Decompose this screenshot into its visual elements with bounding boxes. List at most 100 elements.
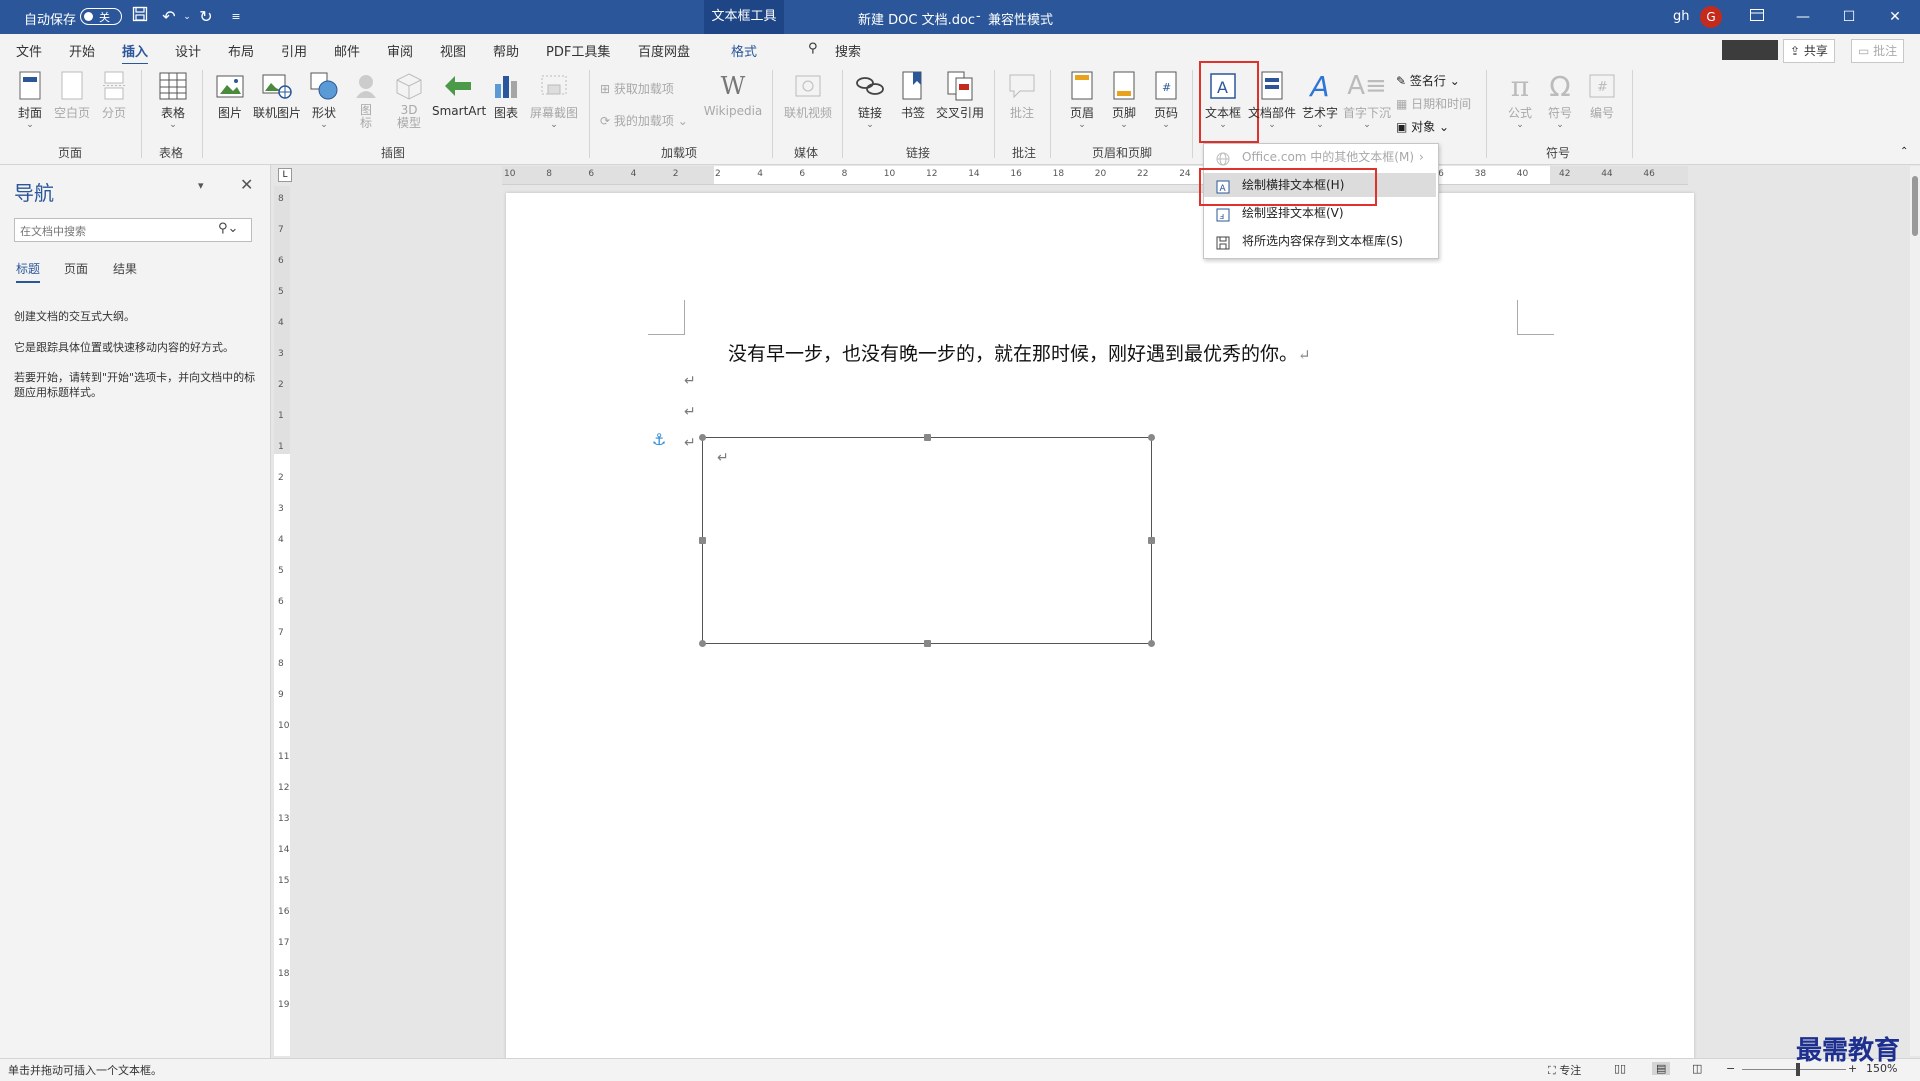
read-mode-icon[interactable]: ▯▯ <box>1614 1062 1626 1075</box>
focus-mode-button[interactable]: ⛶ 专注 <box>1548 1062 1581 1078</box>
resize-handle[interactable] <box>699 640 706 647</box>
menu-item-save-to-gallery[interactable]: 将所选内容保存到文本框库(S) <box>1204 229 1436 253</box>
tell-me-search[interactable]: 搜索 <box>835 41 861 60</box>
ruler-tick-label: 8 <box>841 169 848 179</box>
picture-button[interactable]: 图片 <box>214 70 246 121</box>
horizontal-ruler[interactable]: 1086422468101214161820222426283032343638… <box>502 166 1688 185</box>
tab-home[interactable]: 开始 <box>69 41 95 60</box>
customize-qat-icon[interactable]: ≡ <box>225 6 247 28</box>
nav-search-input[interactable] <box>18 220 212 242</box>
nav-tab-headings[interactable]: 标题 <box>16 260 41 283</box>
tab-baidu-netdisk[interactable]: 百度网盘 <box>638 41 690 60</box>
ruler-tick-label: 8 <box>546 169 552 179</box>
shapes-button[interactable]: 形状 ⌄ <box>308 70 340 130</box>
tab-file[interactable]: 文件 <box>16 41 42 60</box>
chart-button[interactable]: 图表 <box>490 70 522 121</box>
search-icon[interactable]: ⚲⌄ <box>218 221 238 236</box>
vertical-ruler[interactable]: 8 7 6 5 4 3 2 1 1 2 3 4 5 6 7 8 9 10 11 12 13 14 15 16 17 18 19 <box>274 186 290 1056</box>
tab-pdf-tools[interactable]: PDF工具集 <box>546 41 610 60</box>
nav-tab-results[interactable]: 结果 <box>113 260 137 277</box>
vertical-scrollbar[interactable] <box>1910 166 1920 1056</box>
resize-handle[interactable] <box>924 640 931 647</box>
minimize-icon[interactable]: — <box>1780 0 1826 34</box>
text-box[interactable]: ↵ <box>702 437 1152 644</box>
tab-references[interactable]: 引用 <box>281 41 307 60</box>
header-button[interactable]: 页眉 ⌄ <box>1066 70 1098 130</box>
zoom-out-icon[interactable]: − <box>1726 1062 1735 1075</box>
ribbon-display-icon[interactable] <box>1734 0 1780 34</box>
redo-icon[interactable]: ↻ <box>195 6 217 28</box>
ruler-tick-label: 16 <box>278 907 290 917</box>
bookmark-button[interactable]: 书签 <box>897 70 929 121</box>
object-button[interactable]: ▣ 对象 ⌄ <box>1396 118 1449 135</box>
document-paragraph[interactable]: 没有早一步，也没有晚一步的，就在那时候，刚好遇到最优秀的你。↵ <box>728 339 1311 366</box>
globe-icon <box>1216 150 1230 166</box>
online-video-button: 联机视频 <box>782 70 834 121</box>
wikipedia-icon: W <box>720 72 746 100</box>
maximize-icon[interactable]: ☐ <box>1826 0 1872 34</box>
search-icon[interactable]: ⚲ <box>808 41 818 56</box>
zoom-slider-track[interactable] <box>1742 1069 1846 1070</box>
tab-mailings[interactable]: 邮件 <box>334 41 360 60</box>
page-number-button[interactable]: # 页码 ⌄ <box>1150 70 1182 130</box>
avatar[interactable]: G <box>1700 6 1722 28</box>
web-layout-icon[interactable]: ◫ <box>1692 1062 1702 1075</box>
cross-reference-button[interactable]: 交叉引用 <box>934 70 986 121</box>
ruler-tick-label: 2 <box>278 380 284 390</box>
wordart-button[interactable]: A 艺术字 ⌄ <box>1300 70 1340 130</box>
ruler-tick-label: 15 <box>278 876 290 886</box>
share-button[interactable]: ⇪ 共享 <box>1783 39 1835 63</box>
group-label-symbols: 符号 <box>1546 146 1571 160</box>
resize-handle[interactable] <box>699 537 706 544</box>
tab-insert[interactable]: 插入 <box>122 41 149 66</box>
scrollbar-thumb[interactable] <box>1912 176 1918 236</box>
tab-help[interactable]: 帮助 <box>493 41 519 60</box>
save-icon[interactable] <box>129 6 151 28</box>
ruler-tick-label: 24 <box>1179 169 1191 179</box>
table-button[interactable]: 表格 ⌄ <box>157 70 189 130</box>
quick-parts-button[interactable]: 文档部件 ⌄ <box>1248 70 1296 130</box>
footer-button[interactable]: 页脚 ⌄ <box>1108 70 1140 130</box>
ruler-tick-label: 1 <box>278 442 284 452</box>
ruler-tick-label: 3 <box>278 504 284 514</box>
date-time-label: 日期和时间 <box>1411 97 1472 111</box>
nav-search-box[interactable]: ⚲⌄ <box>14 218 252 242</box>
document-title: 新建 DOC 文档.doc <box>858 13 976 28</box>
table-icon <box>157 70 189 102</box>
ruler-tick-label: 5 <box>278 287 284 297</box>
comments-button[interactable]: ▭ 批注 <box>1851 39 1905 63</box>
nav-close-icon[interactable]: ✕ <box>240 175 253 194</box>
tab-view[interactable]: 视图 <box>440 41 466 60</box>
tab-layout[interactable]: 布局 <box>228 41 254 60</box>
resize-handle[interactable] <box>1148 434 1155 441</box>
tab-selector-icon[interactable]: L <box>278 168 292 182</box>
resize-handle[interactable] <box>1148 640 1155 647</box>
navigation-pane: 导航 ▾ ✕ ⚲⌄ 标题 页面 结果 创建文档的交互式大纲。 它是跟踪具体位置或… <box>0 165 271 1058</box>
link-button[interactable]: 链接 ⌄ <box>854 70 886 130</box>
cover-page-button[interactable]: 封面 ⌄ <box>14 70 46 130</box>
toggle-knob <box>84 11 93 21</box>
online-picture-button[interactable]: 联机图片 <box>252 70 302 121</box>
cube-icon <box>393 70 425 102</box>
user-name[interactable]: gh <box>1673 9 1690 24</box>
resize-handle[interactable] <box>699 434 706 441</box>
textbox-paragraph-mark: ↵ <box>717 450 729 466</box>
signature-line-button[interactable]: ✎ 签名行 ⌄ <box>1396 72 1460 89</box>
collapse-ribbon-icon[interactable]: ⌃ <box>1900 146 1908 157</box>
smartart-button[interactable]: SmartArt <box>432 70 486 118</box>
tab-format[interactable]: 格式 <box>731 41 757 60</box>
nav-hint-3: 若要开始，请转到"开始"选项卡，并向文档中的标题应用标题样式。 <box>14 371 256 399</box>
resize-handle[interactable] <box>1148 537 1155 544</box>
online-video-label: 联机视频 <box>783 106 832 120</box>
resize-handle[interactable] <box>924 434 931 441</box>
nav-options-icon[interactable]: ▾ <box>198 179 204 192</box>
tab-design[interactable]: 设计 <box>175 41 201 60</box>
print-layout-icon[interactable]: ▤ <box>1652 1062 1671 1075</box>
chart-label: 图表 <box>493 106 518 120</box>
group-separator <box>772 70 773 158</box>
autosave-toggle[interactable]: 关 <box>80 8 122 25</box>
object-label: 对象 <box>1411 120 1436 134</box>
tab-review[interactable]: 审阅 <box>387 41 413 60</box>
close-icon[interactable]: ✕ <box>1872 0 1918 34</box>
nav-tab-pages[interactable]: 页面 <box>64 260 88 277</box>
